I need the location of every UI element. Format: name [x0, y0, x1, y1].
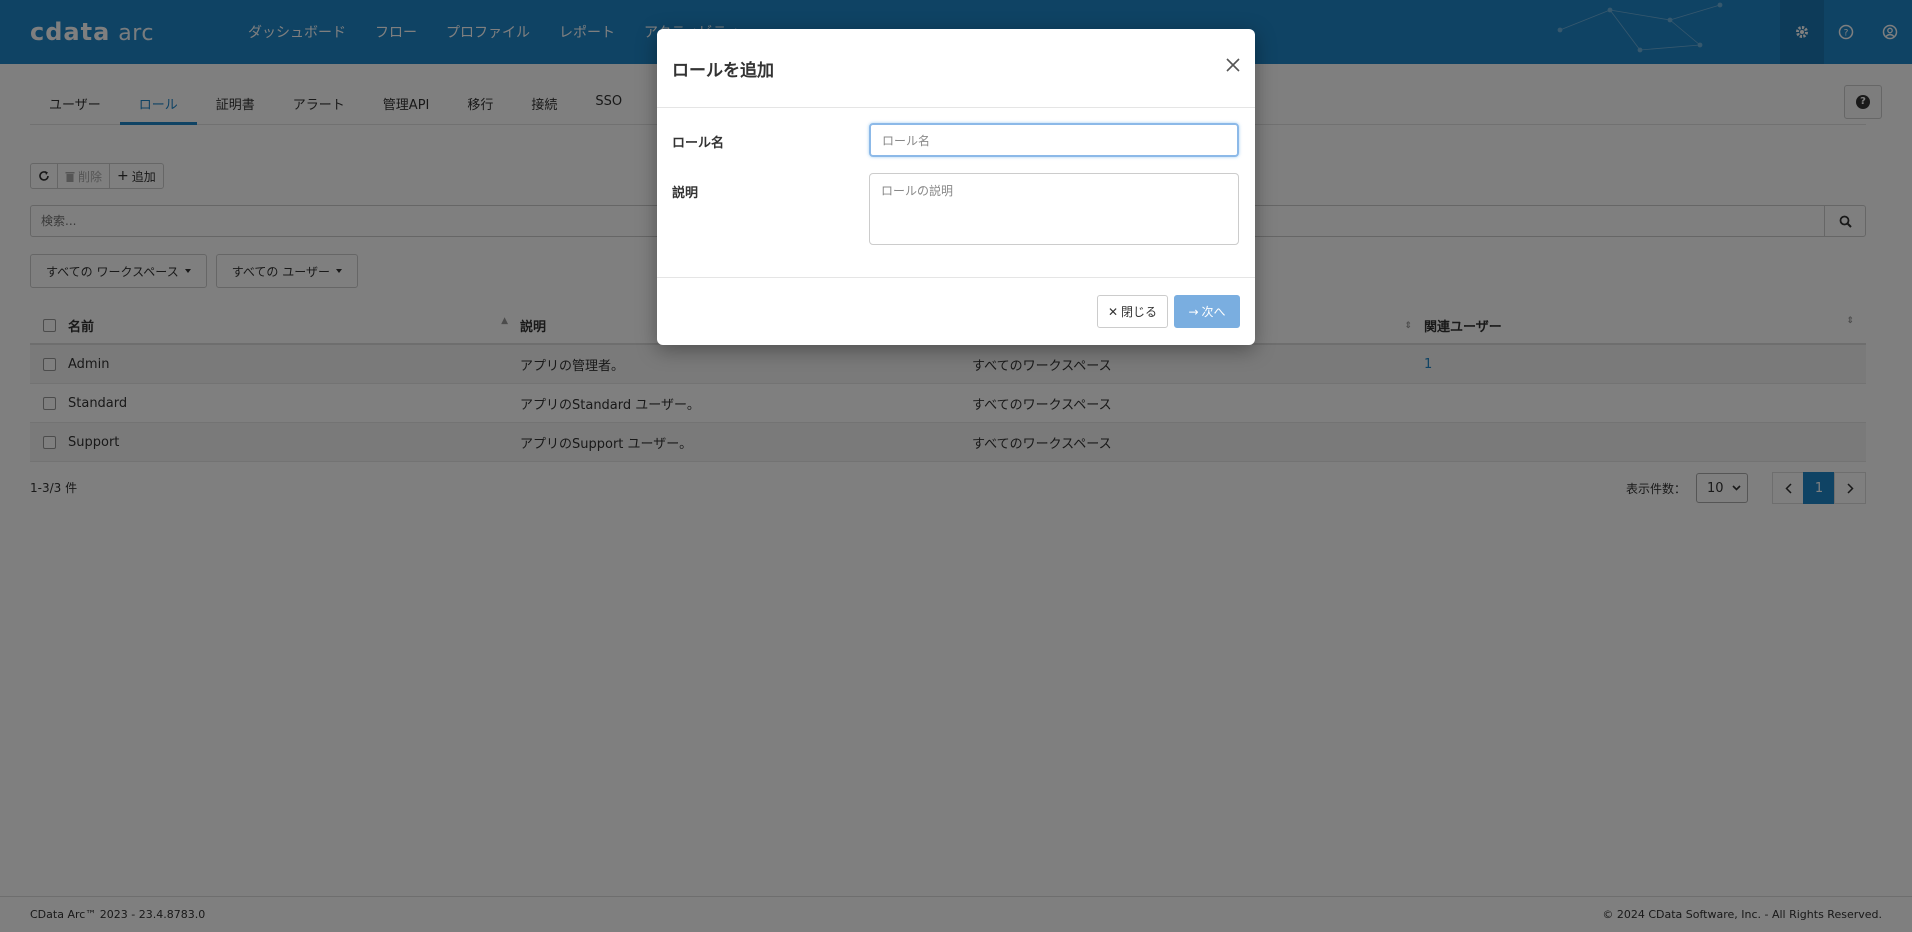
dialog-title: ロールを追加 [672, 61, 774, 81]
role-description-textarea[interactable]: ロールの説明 [869, 173, 1239, 245]
add-role-dialog: ロールを追加 ロール名 ロール名 説明 ロールの説明 ✕ 閉じる → 次へ [657, 29, 1255, 345]
arrow-right-icon: → [1188, 304, 1199, 319]
role-name-label: ロール名 [672, 136, 725, 151]
dialog-header: ロールを追加 [657, 29, 1255, 108]
role-name-input[interactable]: ロール名 [869, 123, 1239, 157]
close-button-label: 閉じる [1121, 305, 1158, 319]
x-icon: ✕ [1107, 304, 1119, 319]
dialog-footer: ✕ 閉じる → 次へ [657, 278, 1255, 344]
description-label: 説明 [672, 186, 699, 201]
close-icon[interactable] [1224, 56, 1242, 74]
close-button[interactable]: ✕ 閉じる [1097, 295, 1168, 328]
dialog-body: ロール名 ロール名 説明 ロールの説明 [657, 108, 1255, 278]
next-button-label: 次へ [1201, 305, 1226, 319]
next-button[interactable]: → 次へ [1174, 295, 1240, 328]
